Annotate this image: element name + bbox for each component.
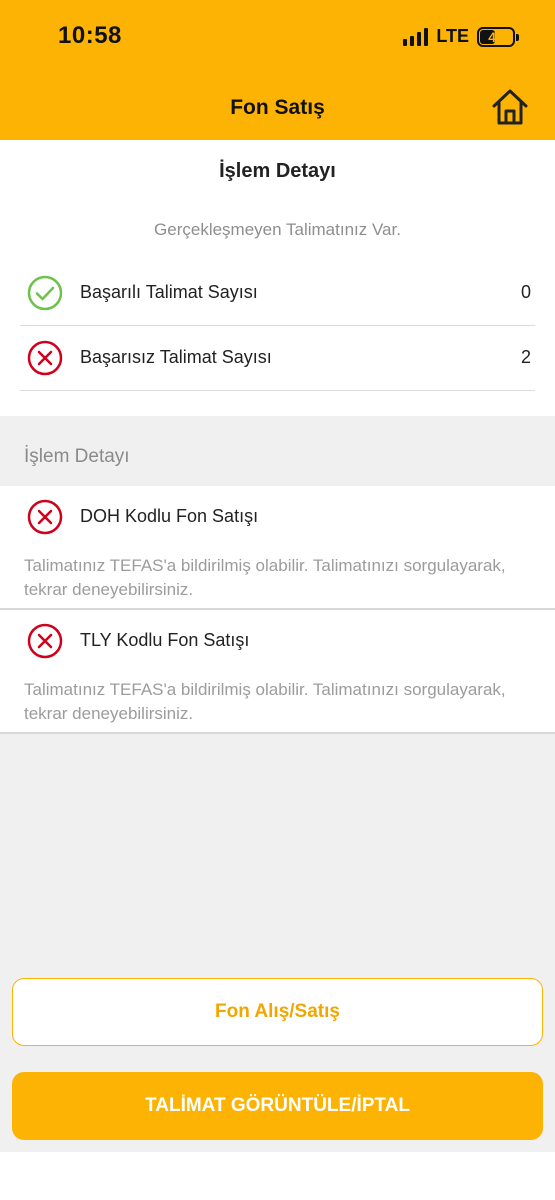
app-header: 10:58 LTE 47 Fon Satış xyxy=(0,0,555,140)
bottom-safe-area xyxy=(0,1152,555,1200)
summary-panel: İşlem Detayı Gerçekleşmeyen Talimatınız … xyxy=(0,140,555,416)
signal-icon xyxy=(403,27,429,46)
network-type: LTE xyxy=(436,26,469,46)
error-circle-icon xyxy=(27,623,63,659)
home-button[interactable] xyxy=(489,86,531,128)
success-count-row: Başarılı Talimat Sayısı 0 xyxy=(20,262,535,326)
failure-notice: Gerçekleşmeyen Talimatınız Var. xyxy=(154,220,401,239)
item-title: TLY Kodlu Fon Satışı xyxy=(80,630,250,650)
list-item: DOH Kodlu Fon Satışı Talimatınız TEFAS'a… xyxy=(0,486,555,610)
page-title: Fon Satış xyxy=(230,96,325,119)
summary-title: İşlem Detayı xyxy=(219,160,336,182)
item-description: Talimatınız TEFAS'a bildirilmiş olabilir… xyxy=(24,556,506,599)
item-description: Talimatınız TEFAS'a bildirilmiş olabilir… xyxy=(24,680,506,723)
failure-count-row: Başarısız Talimat Sayısı 2 xyxy=(20,327,535,391)
success-count-value: 0 xyxy=(520,282,531,302)
error-circle-icon xyxy=(27,499,63,535)
battery-level: 47 xyxy=(488,28,504,45)
status-indicators: LTE 47 xyxy=(403,26,519,47)
battery-icon: 47 xyxy=(477,26,519,47)
fund-trade-button[interactable]: Fon Alış/Satış xyxy=(12,978,543,1046)
view-cancel-order-button[interactable]: TALİMAT GÖRÜNTÜLE/İPTAL xyxy=(12,1072,543,1140)
error-circle-icon xyxy=(27,340,63,376)
status-time: 10:58 xyxy=(58,22,122,49)
details-header: İşlem Detayı xyxy=(24,446,130,467)
item-title: DOH Kodlu Fon Satışı xyxy=(80,506,259,526)
failure-count-label: Başarısız Talimat Sayısı xyxy=(80,347,272,367)
list-item: TLY Kodlu Fon Satışı Talimatınız TEFAS'a… xyxy=(0,610,555,734)
home-icon xyxy=(492,89,528,125)
success-count-label: Başarılı Talimat Sayısı xyxy=(80,282,258,302)
failure-count-value: 2 xyxy=(520,347,531,367)
check-circle-icon xyxy=(27,275,63,311)
